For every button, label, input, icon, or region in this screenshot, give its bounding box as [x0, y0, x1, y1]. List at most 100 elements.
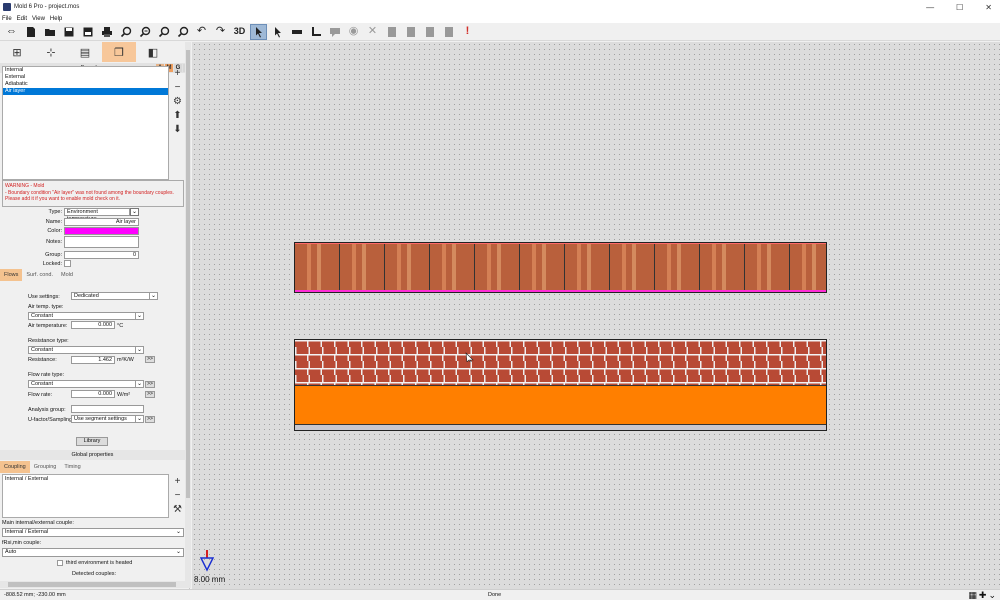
- notes-field[interactable]: [64, 236, 139, 248]
- save-as-icon[interactable]: [79, 24, 96, 40]
- chevron-down-icon[interactable]: ⌄: [135, 347, 143, 353]
- results-icon[interactable]: [421, 24, 438, 40]
- tab-layers-icon[interactable]: ▤: [68, 42, 102, 62]
- save-icon[interactable]: [60, 24, 77, 40]
- tab-boundaries-icon[interactable]: ❐: [102, 42, 136, 62]
- list-item[interactable]: External: [3, 74, 168, 81]
- settings-icon[interactable]: ⚙: [171, 94, 184, 108]
- menu-edit[interactable]: Edit: [17, 16, 27, 22]
- chevron-down-icon[interactable]: ⌄: [174, 549, 183, 556]
- tab-coupling[interactable]: Coupling: [0, 461, 30, 473]
- menu-help[interactable]: Help: [50, 16, 62, 22]
- list-item[interactable]: Internal / External: [5, 476, 166, 482]
- wrench-icon[interactable]: ⚒: [171, 502, 184, 516]
- left-panel-hscroll[interactable]: [0, 581, 185, 588]
- resistance-type-select[interactable]: Constant ⌄: [28, 346, 144, 354]
- chevron-down-icon[interactable]: ⌄: [135, 416, 143, 422]
- wall-section-wood[interactable]: [294, 242, 827, 293]
- zoom-in-icon[interactable]: [117, 24, 134, 40]
- list-item-selected[interactable]: Air layer: [3, 88, 168, 95]
- close-button[interactable]: ✕: [985, 3, 992, 12]
- chart-icon[interactable]: [402, 24, 419, 40]
- name-field[interactable]: Air layer: [64, 218, 139, 226]
- move-up-icon[interactable]: ⬆: [171, 108, 184, 122]
- 3d-view-button[interactable]: 3D: [231, 24, 248, 40]
- resistance-field[interactable]: 1.462: [71, 356, 115, 364]
- locked-checkbox[interactable]: [64, 260, 71, 267]
- wall-section-brick[interactable]: [294, 339, 827, 431]
- maximize-button[interactable]: ☐: [956, 3, 963, 12]
- chevron-down-icon[interactable]: ⌄: [135, 381, 143, 387]
- ufactor-more-button[interactable]: >>: [145, 416, 155, 423]
- coupling-list[interactable]: Internal / External: [2, 474, 169, 518]
- tab-3d-icon[interactable]: ◧: [136, 42, 170, 62]
- boundary-condition-list[interactable]: Internal External Adiabatic Air layer: [2, 66, 169, 180]
- scroll-thumb[interactable]: [8, 582, 176, 587]
- pointer-select-icon[interactable]: [269, 24, 286, 40]
- chevron-down-icon[interactable]: ⌄: [149, 293, 157, 299]
- zoom-window-icon[interactable]: [174, 24, 191, 40]
- left-panel-scrollbar[interactable]: [185, 42, 191, 588]
- alert-icon[interactable]: !: [459, 24, 476, 40]
- list-item[interactable]: Adiabatic: [3, 81, 168, 88]
- tab-dimensions-icon[interactable]: ⊹: [34, 42, 68, 62]
- internal-boundary[interactable]: [295, 430, 827, 431]
- air-layer-boundary[interactable]: [295, 290, 826, 292]
- menu-file[interactable]: File: [2, 16, 12, 22]
- group-field[interactable]: 0: [64, 251, 139, 259]
- frsi-select[interactable]: Auto ⌄: [2, 548, 184, 557]
- report-icon[interactable]: [383, 24, 400, 40]
- ruler-icon[interactable]: [288, 24, 305, 40]
- color-swatch[interactable]: [64, 227, 139, 235]
- snap-icon[interactable]: ✚: [979, 590, 987, 600]
- tab-flows[interactable]: Flows: [0, 269, 23, 281]
- doc-icon[interactable]: [440, 24, 457, 40]
- type-select[interactable]: Environment temperature: [64, 208, 130, 222]
- chevron-down-icon[interactable]: ⌄: [130, 208, 139, 216]
- print-icon[interactable]: [98, 24, 115, 40]
- tab-timing[interactable]: Timing: [60, 461, 84, 473]
- drawing-canvas[interactable]: 8.00 mm: [192, 42, 1000, 589]
- angle-icon[interactable]: [307, 24, 324, 40]
- flow-rate-type-more-button[interactable]: >>: [145, 381, 155, 388]
- remove-icon[interactable]: −: [171, 488, 184, 502]
- air-temp-type-select[interactable]: Constant ⌄: [28, 312, 144, 320]
- grid-icon[interactable]: ▦: [968, 590, 977, 600]
- chevron-down-icon[interactable]: ⌄: [174, 529, 183, 536]
- menu-view[interactable]: View: [32, 16, 45, 22]
- flow-rate-type-select[interactable]: Constant ⌄: [28, 380, 144, 388]
- analysis-group-field[interactable]: [71, 405, 144, 413]
- flow-rate-field[interactable]: 0.000: [71, 390, 115, 398]
- minimize-button[interactable]: —: [926, 3, 934, 12]
- resistance-more-button[interactable]: >>: [145, 356, 155, 363]
- tab-geometry-icon[interactable]: ⊞: [0, 42, 34, 62]
- flow-rate-more-button[interactable]: >>: [145, 391, 155, 398]
- list-item[interactable]: Internal: [3, 67, 168, 74]
- zoom-out-icon[interactable]: [136, 24, 153, 40]
- add-icon[interactable]: +: [171, 66, 184, 80]
- tab-grouping[interactable]: Grouping: [30, 461, 61, 473]
- undo-icon[interactable]: ↶: [193, 24, 210, 40]
- chevron-down-icon[interactable]: ⌄: [135, 313, 143, 319]
- use-settings-select[interactable]: Dedicated ⌄: [71, 292, 158, 300]
- third-environment-checkbox[interactable]: [57, 560, 63, 566]
- scroll-thumb[interactable]: [186, 50, 190, 498]
- tab-surf-cond[interactable]: Surf. cond.: [22, 269, 57, 281]
- ufactor-select[interactable]: Use segment settings ⌄: [71, 415, 144, 423]
- add-icon[interactable]: +: [171, 474, 184, 488]
- pointer-icon[interactable]: [250, 23, 267, 40]
- main-couple-select[interactable]: Internal / External ⌄: [2, 528, 184, 537]
- remove-icon[interactable]: −: [171, 80, 184, 94]
- library-button[interactable]: Library: [76, 437, 108, 446]
- eye-icon[interactable]: ◉: [345, 24, 362, 40]
- tab-mold[interactable]: Mold: [57, 269, 77, 281]
- swap-arrows-icon[interactable]: ⇔: [3, 24, 20, 40]
- zoom-fit-icon[interactable]: [155, 24, 172, 40]
- new-file-icon[interactable]: [22, 24, 39, 40]
- comment-icon[interactable]: [326, 24, 343, 40]
- hide-icon[interactable]: ✕: [364, 24, 381, 40]
- redo-icon[interactable]: ↷: [212, 24, 229, 40]
- air-temperature-field[interactable]: 0.000: [71, 321, 115, 329]
- chevron-down-icon[interactable]: ⌄: [988, 590, 996, 600]
- move-down-icon[interactable]: ⬇: [171, 122, 184, 136]
